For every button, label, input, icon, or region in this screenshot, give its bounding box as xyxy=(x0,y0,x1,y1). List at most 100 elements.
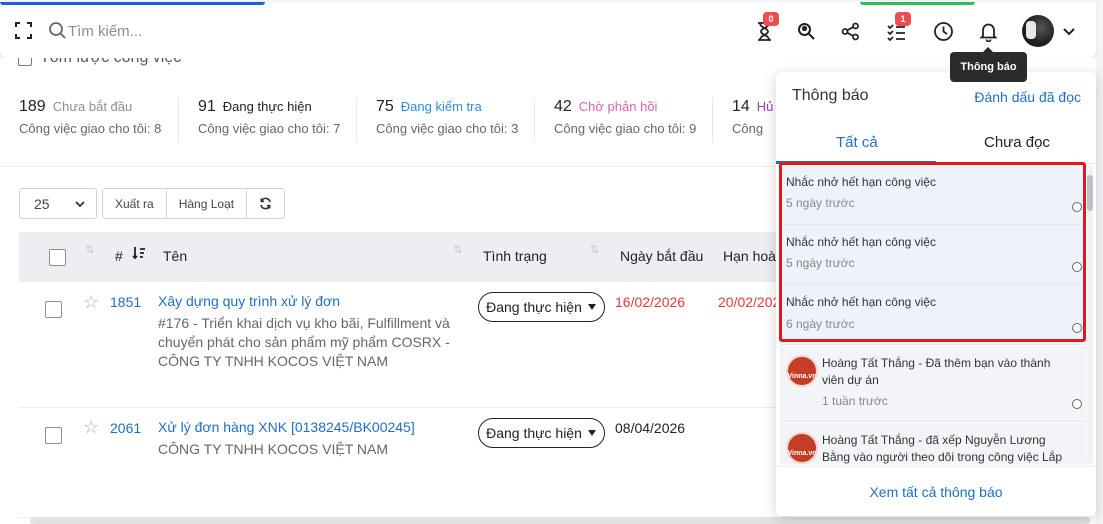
row-checkbox[interactable] xyxy=(45,427,62,444)
stat-awaiting-feedback[interactable]: 42 Chờ phản hồi Công việc giao cho tôi: 9 xyxy=(534,98,712,142)
sort-desc-icon[interactable] xyxy=(132,246,146,260)
task-id[interactable]: 2061 xyxy=(110,420,141,436)
star-icon[interactable]: ☆ xyxy=(83,292,99,313)
expand-icon[interactable] xyxy=(15,22,32,39)
tasks-badge: 1 xyxy=(895,12,911,26)
vinna-logo-icon: Vinna.vn xyxy=(786,432,818,464)
table-header: ⇅ # Tên ⇅ Tình trạng ⇅ Ngày bắt đầu Hạn … xyxy=(19,232,823,282)
search-user-button[interactable] xyxy=(794,19,818,43)
summary-title: Tóm lược công việc xyxy=(18,58,181,78)
notification-header: Thông báo Đánh dấu đã đọc xyxy=(776,72,1096,120)
notification-tabs: Tất cả Chưa đọc xyxy=(776,120,1096,164)
task-title[interactable]: Xử lý đơn hàng XNK [0138245/BK00245] xyxy=(158,418,458,437)
share-icon xyxy=(841,22,859,40)
status-label: Đang thực hiện xyxy=(486,299,582,315)
col-start-date[interactable]: Ngày bắt đầu xyxy=(620,248,703,264)
stat-label: Chờ phản hồi xyxy=(578,99,658,114)
refresh-button[interactable] xyxy=(247,189,285,218)
stat-count: 14 xyxy=(732,98,750,115)
stat-label: Chưa bắt đầu xyxy=(52,99,133,114)
mark-all-read-link[interactable]: Đánh dấu đã đọc xyxy=(974,89,1081,105)
task-description: #176 - Triển khai dịch vụ kho bãi, Fulfi… xyxy=(158,315,450,369)
task-name: Xây dựng quy trình xử lý đơn #176 - Triể… xyxy=(158,292,458,371)
caret-down-icon xyxy=(587,430,596,436)
bell-icon xyxy=(978,23,998,42)
timer-button[interactable]: 0 xyxy=(752,12,779,43)
document-icon xyxy=(18,58,32,66)
stat-sub: Công việc giao cho tôi: 7 xyxy=(198,121,341,136)
notifications-tooltip: Thông báo xyxy=(950,47,1027,82)
status-dropdown[interactable]: Đang thực hiện xyxy=(478,418,605,448)
horizontal-scrollbar[interactable] xyxy=(30,517,1090,524)
notification-item[interactable]: Vinna.vn Hoàng Tất Thắng - đã xếp Nguyễn… xyxy=(780,423,1086,465)
stat-sub: Công việc giao cho tôi: 9 xyxy=(554,121,697,136)
notification-item[interactable]: Vinna.vn Hoàng Tất Thắng - Đã thêm bạn v… xyxy=(780,346,1086,422)
notifications-button[interactable] xyxy=(976,19,1000,43)
start-date: 08/04/2026 xyxy=(615,420,686,436)
task-title[interactable]: Xây dựng quy trình xử lý đơn xyxy=(158,292,458,311)
chevron-down-icon[interactable] xyxy=(1062,24,1076,38)
notification-panel: Thông báo Đánh dấu đã đọc Tất cả Chưa đọ… xyxy=(776,72,1096,516)
stat-sub: Công việc giao cho tôi: 3 xyxy=(376,121,519,136)
tab-all[interactable]: Tất cả xyxy=(836,134,878,151)
start-date: 16/02/2026 xyxy=(615,294,686,310)
unread-dot-icon[interactable] xyxy=(1072,399,1082,409)
stat-count: 75 xyxy=(376,98,394,115)
action-buttons: Xuất ra Hàng Loạt xyxy=(102,188,286,219)
timer-badge: 0 xyxy=(763,12,779,26)
notification-text: Hoàng Tất Thắng - đã xếp Nguyễn Lương Bằ… xyxy=(822,433,1063,464)
select-all-checkbox[interactable] xyxy=(49,249,66,266)
search-input[interactable] xyxy=(68,19,318,43)
share-button[interactable] xyxy=(838,19,862,43)
notification-title: Thông báo xyxy=(792,87,869,104)
highlight-box xyxy=(779,162,1086,342)
status-dropdown[interactable]: Đang thực hiện xyxy=(478,292,605,322)
chevron-down-icon xyxy=(75,200,85,207)
status-label: Đang thực hiện xyxy=(486,425,582,441)
clock-icon xyxy=(933,21,953,41)
notification-scrollbar[interactable] xyxy=(1087,165,1093,465)
stat-label: Đang thực hiện xyxy=(222,99,312,114)
page-size-select[interactable]: 25 xyxy=(19,188,97,219)
export-button[interactable]: Xuất ra xyxy=(103,189,167,218)
caret-down-icon xyxy=(587,304,596,310)
sort-icon: ⇅ xyxy=(453,244,463,256)
col-status[interactable]: Tình trạng xyxy=(483,248,547,264)
col-number[interactable]: # xyxy=(115,248,123,264)
scrollbar-thumb[interactable] xyxy=(1087,175,1093,211)
col-name[interactable]: Tên xyxy=(163,248,187,264)
table-toolbar: 25 Xuất ra Hàng Loạt xyxy=(19,188,286,219)
sort-icon: ⇅ xyxy=(590,244,600,256)
row-checkbox[interactable] xyxy=(45,301,62,318)
brand-accent-line xyxy=(0,2,265,5)
accent-line-green xyxy=(860,2,975,5)
history-button[interactable] xyxy=(931,19,955,43)
star-icon[interactable]: ☆ xyxy=(83,417,99,438)
bulk-action-button[interactable]: Hàng Loạt xyxy=(166,189,248,218)
stat-reviewing[interactable]: 75 Đang kiểm tra Công việc giao cho tôi: … xyxy=(356,98,534,142)
page-size-value: 25 xyxy=(34,195,50,212)
sort-icon: ⇅ xyxy=(85,244,95,256)
search-user-icon xyxy=(797,22,815,40)
search-icon xyxy=(49,22,66,39)
see-all-notifications-link[interactable]: Xem tất cả thông báo xyxy=(776,466,1096,516)
notification-text: Hoàng Tất Thắng - Đã thêm bạn vào thành … xyxy=(822,356,1051,387)
tasks-button[interactable]: 1 xyxy=(884,12,911,43)
stat-label: Đang kiểm tra xyxy=(400,99,482,114)
stat-label: Hủ xyxy=(756,99,774,114)
stat-in-progress[interactable]: 91 Đang thực hiện Công việc giao cho tôi:… xyxy=(178,98,356,142)
refresh-icon xyxy=(260,197,271,210)
stat-sub: Công việc giao cho tôi: 8 xyxy=(19,121,162,136)
notification-time: 1 tuần trước xyxy=(822,394,888,408)
stat-count: 189 xyxy=(19,98,46,115)
task-description: CÔNG TY TNHH KOCOS VIỆT NAM xyxy=(158,441,389,457)
stat-count: 91 xyxy=(198,98,216,115)
table-row[interactable]: ☆ 1851 Xây dựng quy trình xử lý đơn #176… xyxy=(19,282,789,408)
avatar[interactable] xyxy=(1022,15,1054,47)
table-row[interactable]: ☆ 2061 Xử lý đơn hàng XNK [0138245/BK002… xyxy=(19,408,789,518)
stat-not-started[interactable]: 189 Chưa bắt đầu Công việc giao cho tôi: … xyxy=(0,98,178,142)
task-name: Xử lý đơn hàng XNK [0138245/BK00245] CÔN… xyxy=(158,418,458,459)
tab-unread[interactable]: Chưa đọc xyxy=(984,134,1050,151)
summary-title-text: Tóm lược công việc xyxy=(40,58,181,67)
task-id[interactable]: 1851 xyxy=(110,294,141,310)
